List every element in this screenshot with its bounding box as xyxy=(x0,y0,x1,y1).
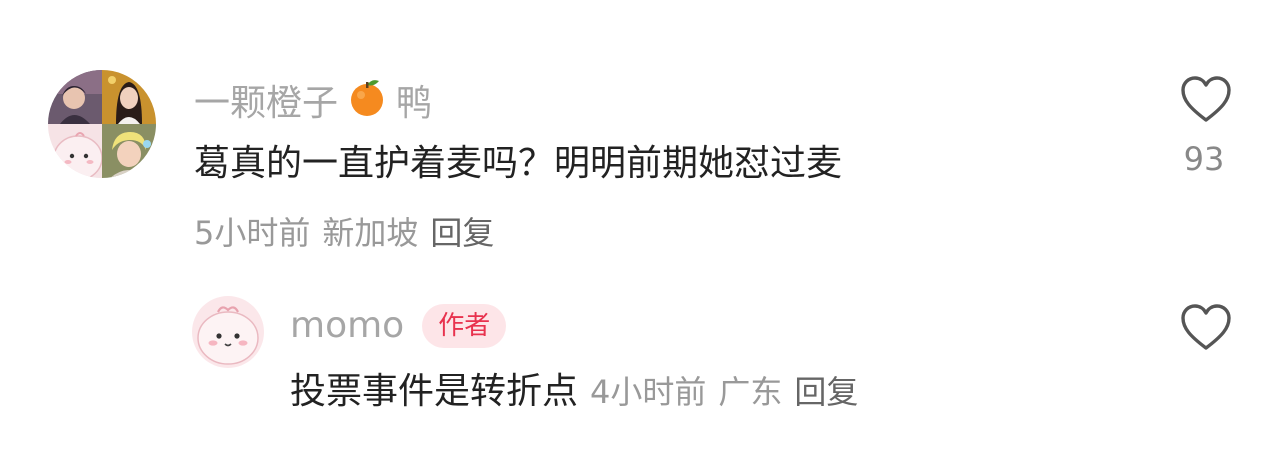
reply-location: 广东 xyxy=(718,373,783,411)
comment-location: 新加坡 xyxy=(322,214,419,252)
reply-button[interactable]: 回复 xyxy=(430,210,494,256)
reply-reply-button[interactable]: 回复 xyxy=(794,366,858,418)
avatar-photo-3 xyxy=(48,124,102,178)
heart-outline-icon[interactable] xyxy=(1180,304,1232,352)
heart-outline-icon[interactable] xyxy=(1180,76,1232,124)
reply-username-text: momo xyxy=(290,305,405,346)
username-suffix: 鸭 xyxy=(396,82,433,124)
reply-body: 投票事件是转折点 4小时前 广东 回复 xyxy=(290,366,858,418)
like-count: 93 xyxy=(1183,140,1225,178)
comment-thread: 一颗橙子 鸭 葛真的一直护着麦吗？明明前期她怼过麦 5小时前 新加坡 回复 93 xyxy=(0,0,1284,452)
avatar[interactable] xyxy=(48,70,156,178)
comment-meta: 5小时前 新加坡 回复 xyxy=(194,210,494,256)
avatar-photo-2 xyxy=(102,70,156,124)
reply-meta: 4小时前 广东 回复 xyxy=(590,366,858,418)
author-badge: 作者 xyxy=(422,304,507,348)
username-text: 一颗橙子 xyxy=(194,82,339,124)
comment-time: 5小时前 xyxy=(194,214,311,252)
reply-username[interactable]: momo 作者 xyxy=(290,302,507,350)
orange-emoji-icon xyxy=(346,76,388,131)
comment-username[interactable]: 一颗橙子 鸭 xyxy=(194,76,432,131)
reply-avatar[interactable] xyxy=(192,296,264,368)
avatar-photo-1 xyxy=(48,70,102,124)
reply-text: 投票事件是转折点 xyxy=(290,371,579,412)
reply-time: 4小时前 xyxy=(590,373,707,411)
comment-text: 葛真的一直护着麦吗？明明前期她怼过麦 xyxy=(194,143,843,184)
avatar-photo-4 xyxy=(102,124,156,178)
